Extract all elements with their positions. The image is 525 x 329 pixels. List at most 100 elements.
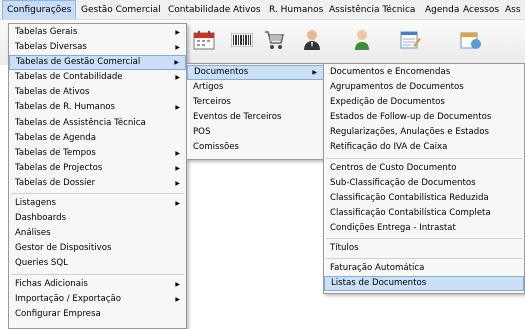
submenu-arrow-icon: ▶ <box>175 200 180 208</box>
menu-contabilidade[interactable]: Contabilidade <box>164 0 234 19</box>
menu-item-documentos-encomendas[interactable]: Documentos e Encomendas <box>324 65 524 80</box>
menu-item-artigos[interactable]: Artigos <box>187 80 324 95</box>
menu-item-label: Tabelas de Projectos <box>15 162 103 173</box>
menu-item-label: Importação / Exportação <box>15 293 122 304</box>
menu-item-retificacao-iva[interactable]: Retificação do IVA de Caixa <box>324 140 524 155</box>
menu-item-tabelas-assistencia-tecnica[interactable]: Tabelas de Assistência Técnica <box>9 116 186 131</box>
menu-agenda[interactable]: Agenda <box>421 0 463 19</box>
menu-item-tabelas-ativos[interactable]: Tabelas de Ativos <box>9 85 186 100</box>
menu-item-tabelas-dossier[interactable]: Tabelas de Dossier ▶ <box>9 176 186 191</box>
menu-acessos[interactable]: Acessos <box>459 0 503 19</box>
menu-item-sub-classificacao[interactable]: Sub-Classificação de Documentos <box>324 176 524 191</box>
menu-item-label: Classificação Contabilística Reduzida <box>330 192 489 203</box>
menu-r-humanos[interactable]: R. Humanos <box>265 0 327 19</box>
menu-separator <box>326 157 522 159</box>
menu-item-label: Agrupamentos de Documentos <box>330 82 464 93</box>
barcode-icon[interactable] <box>229 29 255 51</box>
submenu-arrow-icon: ▶ <box>175 29 180 36</box>
menu-item-label: Títulos <box>330 243 359 254</box>
menu-item-tabelas-tempos[interactable]: Tabelas de Tempos ▶ <box>9 146 186 161</box>
menu-item-label: POS <box>193 127 211 138</box>
submenu-arrow-icon: ▶ <box>175 280 180 288</box>
menu-item-classificacao-reduzida[interactable]: Classificação Contabilística Reduzida <box>324 191 524 206</box>
user-icon[interactable] <box>349 29 375 51</box>
menu-item-tabelas-diversas[interactable]: Tabelas Diversas ▶ <box>9 40 186 55</box>
submenu-arrow-icon: ▶ <box>174 59 179 67</box>
menu-item-label: Fichas Adicionais <box>15 278 88 289</box>
menu-item-tabelas-contabilidade[interactable]: Tabelas de Contabilidade ▶ <box>9 70 186 85</box>
menu-item-centros-custo[interactable]: Centros de Custo Documento <box>324 161 524 176</box>
submenu-arrow-icon: ▶ <box>175 179 180 187</box>
shopping-cart-icon[interactable] <box>261 29 287 51</box>
menu-item-regularizacoes[interactable]: Regularizações, Anulações e Estados <box>324 125 524 140</box>
menu-item-importacao-exportacao[interactable]: Importação / Exportação ▶ <box>9 292 186 307</box>
menu-item-expedicao-documentos[interactable]: Expedição de Documentos <box>324 95 524 110</box>
menu-item-faturacao-automatica[interactable]: Faturação Automática <box>324 261 524 276</box>
menu-item-label: Documentos e Encomendas <box>330 67 451 77</box>
menu-item-label: Tabelas de Contabilidade <box>15 72 123 83</box>
menu-item-label: Retificação do IVA de Caixa <box>330 142 448 153</box>
person-icon[interactable] <box>299 29 325 51</box>
menu-item-label: Classificação Contabilística Completa <box>330 207 491 218</box>
menu-item-label: Gestor de Dispositivos <box>15 243 112 254</box>
menu-item-condicoes-entrega[interactable]: Condições Entrega - Intrastat <box>324 221 524 236</box>
menu-item-tabelas-r-humanos[interactable]: Tabelas de R. Humanos ▶ <box>9 100 186 115</box>
menu-item-classificacao-completa[interactable]: Classificação Contabilística Completa <box>324 206 524 221</box>
menu-item-listas-documentos[interactable]: Listas de Documentos <box>324 276 524 292</box>
submenu-arrow-icon: ▶ <box>312 69 317 76</box>
calendar-icon[interactable] <box>191 29 217 51</box>
menu-item-label: Tabelas de Dossier <box>15 177 96 188</box>
menu-item-tabelas-gestao-comercial[interactable]: Tabelas de Gestão Comercial ▶ <box>9 55 186 71</box>
menu-item-fichas-adicionais[interactable]: Fichas Adicionais ▶ <box>9 277 186 292</box>
menu-item-tabelas-agenda[interactable]: Tabelas de Agenda <box>9 131 186 146</box>
menu-item-pos[interactable]: POS <box>187 125 324 140</box>
menu-item-terceiros[interactable]: Terceiros <box>187 95 324 110</box>
calendar-blue-icon[interactable] <box>458 29 484 51</box>
menu-separator <box>326 238 522 240</box>
menu-item-label: Dashboards <box>15 213 67 224</box>
gestao-comercial-submenu: Documentos ▶ Artigos Terceiros Eventos de… <box>186 63 325 160</box>
notepad-icon[interactable] <box>397 29 423 51</box>
menu-item-documentos[interactable]: Documentos ▶ <box>187 65 324 81</box>
menu-item-label: Estados de Follow-up de Documentos <box>330 112 492 123</box>
menu-item-label: Tabelas de Assistência Técnica <box>15 117 146 128</box>
documentos-submenu: Documentos e Encomendas Agrupamentos de … <box>323 63 525 294</box>
menu-item-agrupamentos-documentos[interactable]: Agrupamentos de Documentos <box>324 80 524 95</box>
menu-item-tabelas-gerais[interactable]: Tabelas Gerais ▶ <box>9 25 186 40</box>
menu-item-comissoes[interactable]: Comissões <box>187 140 324 155</box>
menu-item-gestor-dispositivos[interactable]: Gestor de Dispositivos <box>9 241 186 256</box>
submenu-arrow-icon: ▶ <box>175 44 180 52</box>
menu-item-estados-follow-up[interactable]: Estados de Follow-up de Documentos <box>324 110 524 125</box>
menu-configuracoes[interactable]: Configurações <box>2 0 77 19</box>
menu-item-label: Configurar Empresa <box>15 308 101 319</box>
menu-item-label: Condições Entrega - Intrastat <box>330 222 456 233</box>
menu-item-label: Listagens <box>15 198 56 209</box>
configuracoes-menu: Tabelas Gerais ▶ Tabelas Diversas ▶ Tabela… <box>8 23 187 329</box>
submenu-arrow-icon: ▶ <box>175 164 180 172</box>
menu-item-analises[interactable]: Análises <box>9 226 186 241</box>
menu-item-queries-sql[interactable]: Queries SQL <box>9 256 186 271</box>
menu-item-configurar-empresa[interactable]: Configurar Empresa <box>9 307 186 322</box>
submenu-arrow-icon: ▶ <box>175 74 180 82</box>
menu-item-label: Artigos <box>193 82 224 93</box>
menu-bar: Configurações Gestão Comercial Contabili… <box>0 0 525 20</box>
menu-assistencia-tecnica[interactable]: Assistência Técnica <box>325 0 419 19</box>
menu-item-label: Documentos <box>194 67 249 77</box>
menu-item-dashboards[interactable]: Dashboards <box>9 211 186 226</box>
menu-item-label: Tabelas de Ativos <box>15 87 90 98</box>
menu-ass[interactable]: Ass <box>501 0 525 19</box>
menu-item-label: Listas de Documentos <box>331 278 427 289</box>
menu-ativos[interactable]: Ativos <box>229 0 265 19</box>
menu-item-label: Tabelas de Tempos <box>15 147 96 158</box>
menu-item-tabelas-projectos[interactable]: Tabelas de Projectos ▶ <box>9 161 186 176</box>
menu-separator <box>326 258 522 260</box>
menu-item-label: Tabelas Gerais <box>15 27 78 37</box>
menu-item-eventos-terceiros[interactable]: Eventos de Terceiros <box>187 110 324 125</box>
menu-item-listagens[interactable]: Listagens ▶ <box>9 196 186 211</box>
menu-item-label: Tabelas Diversas <box>15 42 87 53</box>
menu-item-label: Tabelas de R. Humanos <box>15 102 116 113</box>
menu-item-titulos[interactable]: Títulos <box>324 241 524 256</box>
menu-item-label: Faturação Automática <box>330 263 425 274</box>
menu-gestao-comercial[interactable]: Gestão Comercial <box>77 0 165 19</box>
menu-item-label: Sub-Classificação de Documentos <box>330 177 476 188</box>
